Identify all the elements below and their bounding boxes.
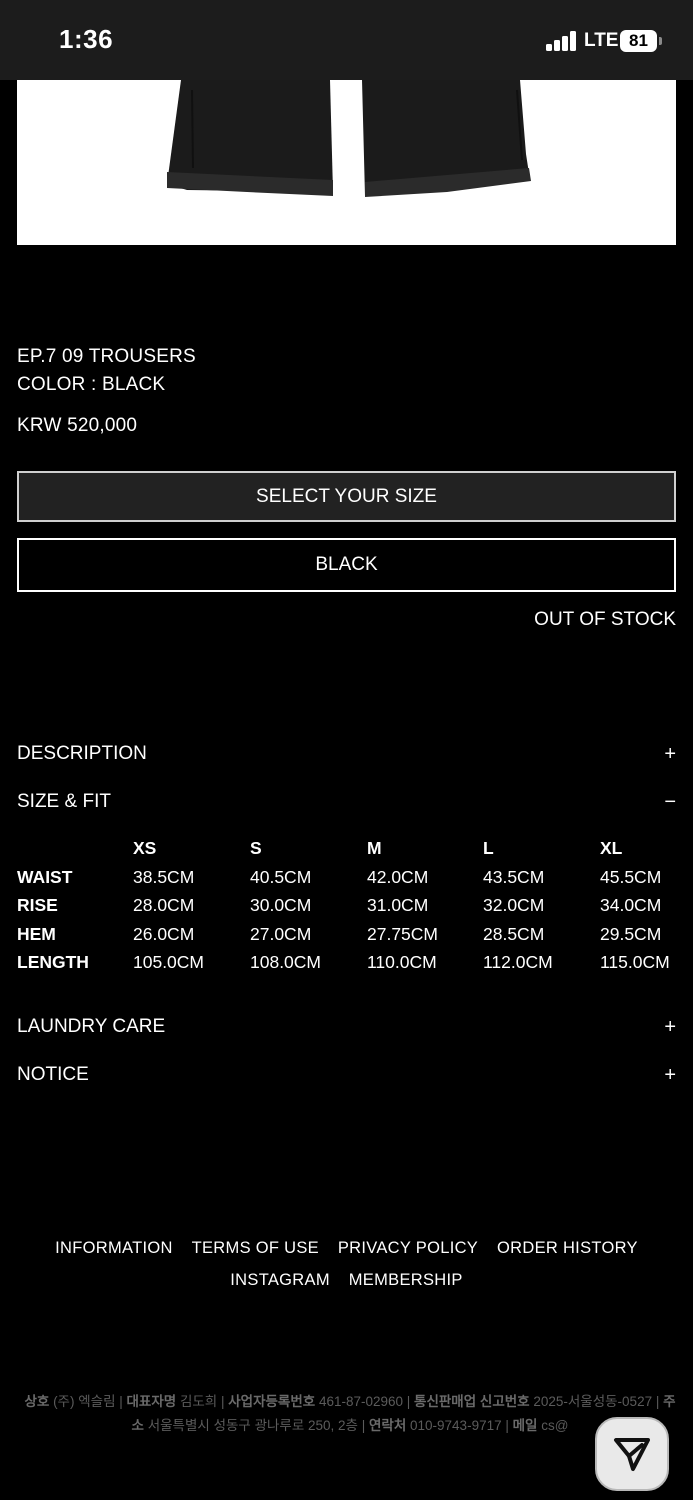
footer-links-row-2: INSTAGRAM MEMBERSHIP <box>0 1271 693 1290</box>
size-header: M <box>367 838 382 858</box>
product-name: EP.7 09 TROUSERS <box>17 346 196 367</box>
table-row-hem: HEM 26.0CM 27.0CM 27.75CM 28.5CM 29.5CM <box>17 924 693 953</box>
company-info: 상호 (주) 엑슬림 | 대표자명 김도희 | 사업자등록번호 461-87-0… <box>24 1394 676 1433</box>
row-label: HEM <box>17 923 56 944</box>
ceo-name: 김도희 <box>179 1394 218 1409</box>
phone: 010-9743-9717 <box>410 1418 502 1433</box>
table-cell: 27.75CM <box>367 923 439 944</box>
footer-link-instagram[interactable]: INSTAGRAM <box>230 1271 330 1289</box>
footer-link-terms[interactable]: TERMS OF USE <box>192 1239 319 1257</box>
status-bar: 1:36 LTE 81 <box>0 0 693 80</box>
size-header: XL <box>600 838 623 858</box>
plus-icon[interactable]: + <box>664 743 676 766</box>
battery-tip <box>659 37 662 45</box>
company-name-label: 상호 <box>24 1394 50 1409</box>
size-header-row: XS S M L XL <box>17 838 693 867</box>
accordion-label: SIZE & FIT <box>17 791 111 812</box>
company-name: (주) 엑슬림 <box>53 1394 116 1409</box>
row-label: RISE <box>17 895 58 915</box>
size-header: XS <box>133 838 157 858</box>
table-row-length: LENGTH 105.0CM 108.0CM 110.0CM 112.0CM 1… <box>17 952 693 981</box>
table-cell: 112.0CM <box>483 952 553 972</box>
product-price: KRW 520,000 <box>17 415 138 436</box>
biz-no-label: 사업자등록번호 <box>228 1394 316 1409</box>
color-option-button[interactable]: BLACK <box>17 538 676 592</box>
footer-link-order-history[interactable]: ORDER HISTORY <box>497 1239 638 1257</box>
accordion-description[interactable]: DESCRIPTION + <box>17 743 676 773</box>
table-cell: 30.0CM <box>250 895 312 915</box>
accordion-size-fit[interactable]: SIZE & FIT − <box>17 791 676 821</box>
signal-icon <box>546 31 578 51</box>
accordion-label: LAUNDRY CARE <box>17 1016 166 1037</box>
accordion-label: NOTICE <box>17 1064 89 1085</box>
biz-no: 461-87-02960 <box>318 1394 404 1409</box>
ceo-label: 대표자명 <box>126 1394 177 1409</box>
table-cell: 34.0CM <box>600 895 662 915</box>
size-header: S <box>250 838 262 858</box>
accordion-laundry-care[interactable]: LAUNDRY CARE + <box>17 1016 676 1046</box>
minus-icon[interactable]: − <box>664 791 676 814</box>
send-icon <box>614 1438 650 1471</box>
size-header: L <box>483 838 494 858</box>
plus-icon[interactable]: + <box>664 1064 676 1087</box>
email[interactable]: cs@ <box>541 1418 568 1433</box>
select-size-button[interactable]: SELECT YOUR SIZE <box>17 471 676 522</box>
table-cell: 27.0CM <box>250 923 312 944</box>
product-color: COLOR : BLACK <box>17 374 166 395</box>
table-cell: 110.0CM <box>367 952 437 972</box>
table-row-rise: RISE 28.0CM 30.0CM 31.0CM 32.0CM 34.0CM <box>17 895 693 924</box>
table-cell: 115.0CM <box>600 952 670 972</box>
table-cell: 31.0CM <box>367 895 429 915</box>
send-button[interactable] <box>595 1417 669 1491</box>
mail-order-no: 2025-서울성동-0527 <box>533 1394 653 1409</box>
footer-link-information[interactable]: INFORMATION <box>55 1239 173 1257</box>
size-table: XS S M L XL WAIST 38.5CM 40.5CM 42.0CM 4… <box>17 838 693 981</box>
product-image[interactable] <box>17 80 676 245</box>
trousers-image <box>167 80 531 197</box>
plus-icon[interactable]: + <box>664 1016 676 1039</box>
accordion-notice[interactable]: NOTICE + <box>17 1064 676 1094</box>
table-cell: 29.5CM <box>600 923 662 944</box>
table-cell: 26.0CM <box>133 923 195 944</box>
table-cell: 105.0CM <box>133 952 205 972</box>
address: 서울특별시 성동구 광나루로 250, 2층 <box>147 1418 358 1433</box>
status-time: 1:36 <box>59 24 114 54</box>
table-cell: 40.5CM <box>250 866 312 887</box>
table-cell: 108.0CM <box>250 952 322 972</box>
table-cell: 42.0CM <box>367 866 429 887</box>
battery-icon: 81 <box>620 30 657 52</box>
email-label: 메일 <box>512 1418 538 1433</box>
table-cell: 32.0CM <box>483 895 545 915</box>
table-cell: 43.5CM <box>483 866 545 887</box>
network-type: LTE <box>584 30 619 51</box>
footer-link-membership[interactable]: MEMBERSHIP <box>349 1271 463 1289</box>
table-cell: 45.5CM <box>600 866 662 887</box>
footer-links-row-1: INFORMATION TERMS OF USE PRIVACY POLICY … <box>0 1239 693 1258</box>
phone-label: 연락처 <box>368 1418 407 1433</box>
accordion-label: DESCRIPTION <box>17 743 147 764</box>
row-label: LENGTH <box>17 952 89 972</box>
table-row-waist: WAIST 38.5CM 40.5CM 42.0CM 43.5CM 45.5CM <box>17 867 693 896</box>
table-cell: 28.0CM <box>133 895 195 915</box>
stock-status: OUT OF STOCK <box>534 609 676 630</box>
mail-order-label: 통신판매업 신고번호 <box>414 1394 530 1409</box>
row-label: WAIST <box>17 866 73 887</box>
footer-link-privacy[interactable]: PRIVACY POLICY <box>338 1239 478 1257</box>
table-cell: 28.5CM <box>483 923 545 944</box>
table-cell: 38.5CM <box>133 866 195 887</box>
